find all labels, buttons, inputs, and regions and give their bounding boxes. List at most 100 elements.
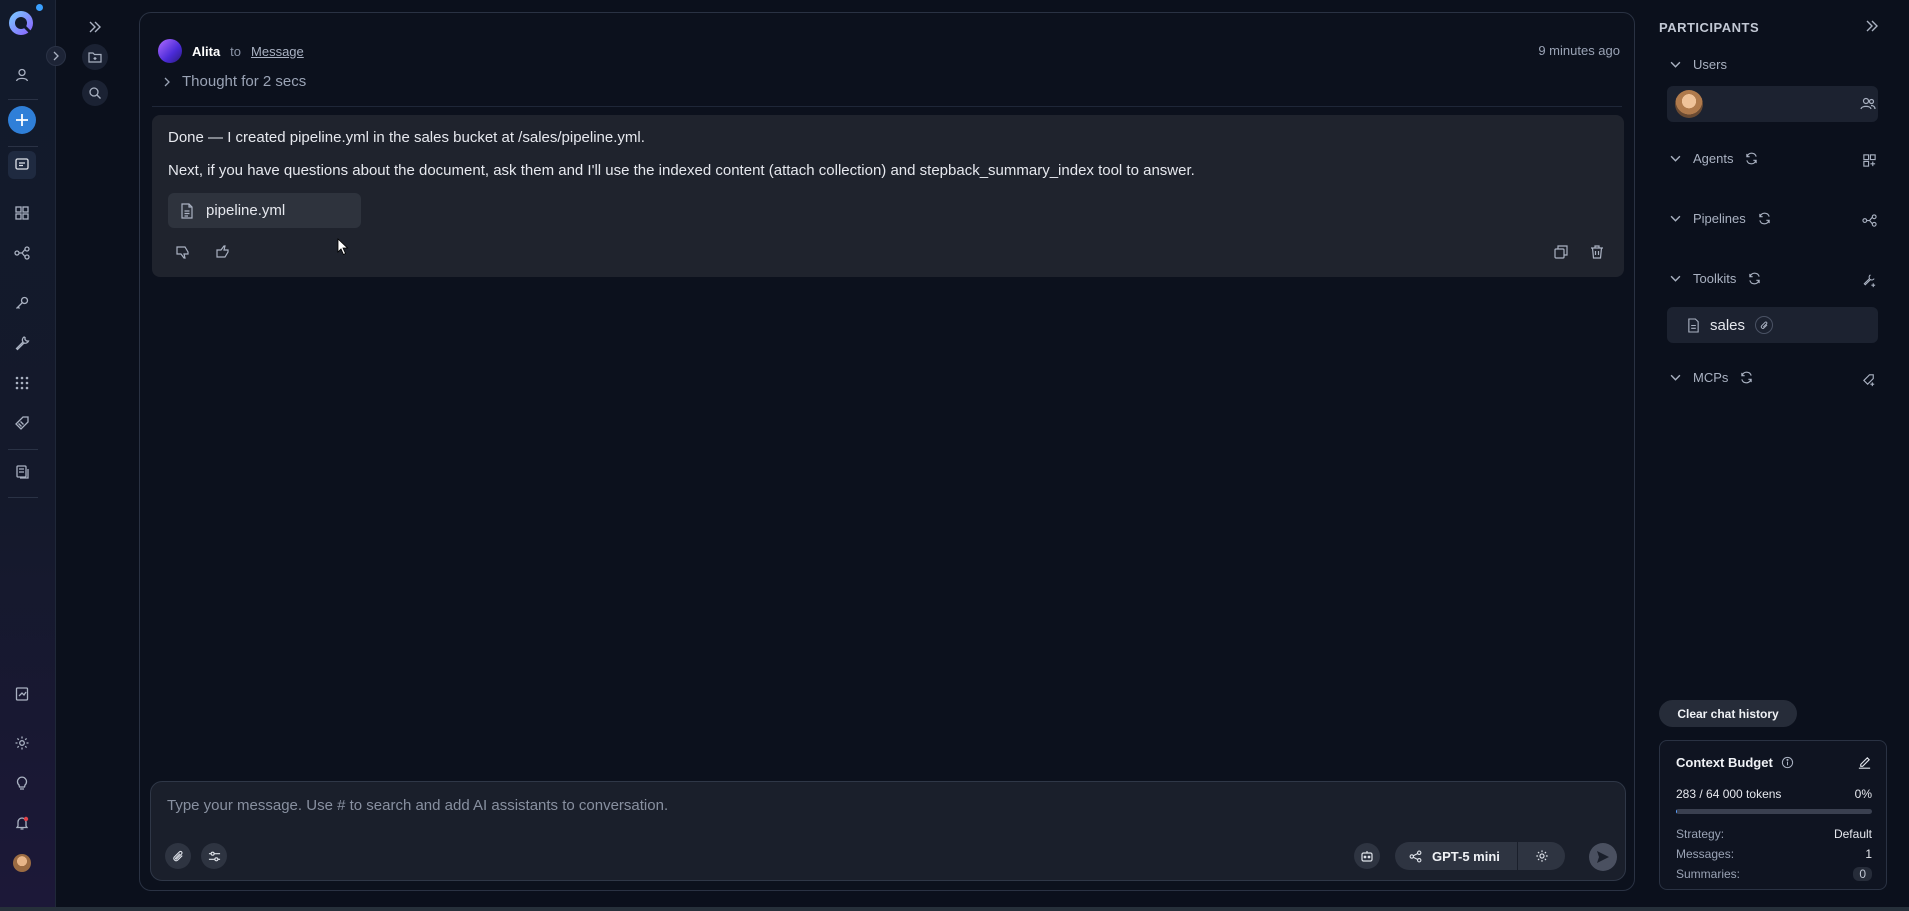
key-icon[interactable]: [8, 289, 36, 317]
pipelines-label: Pipelines: [1693, 211, 1746, 226]
delete-icon[interactable]: [1586, 241, 1608, 263]
messages-value: 1: [1865, 847, 1872, 861]
refresh-icon[interactable]: [1745, 152, 1758, 165]
summaries-label: Summaries:: [1676, 867, 1741, 881]
model-name: GPT-5 mini: [1432, 848, 1500, 864]
notification-dot: [36, 4, 43, 11]
agent-picker-button[interactable]: [1354, 843, 1380, 869]
paperclip-icon: [172, 850, 183, 861]
toolkits-section-toggle[interactable]: Toolkits: [1670, 271, 1761, 286]
chat-panel: Alita to Message 9 minutes ago Thought f…: [139, 12, 1635, 891]
search-icon[interactable]: [82, 80, 108, 106]
grid-icon[interactable]: [8, 199, 36, 227]
share-icon: [1409, 850, 1422, 862]
toolkit-name: sales: [1710, 316, 1746, 334]
strategy-row: Strategy: Default: [1676, 827, 1872, 841]
message-composer: Type your message. Use # to search and a…: [150, 781, 1626, 881]
sliders-icon: [208, 851, 220, 861]
assistant-message: Done — I created pipeline.yml in the sal…: [152, 115, 1624, 277]
header-divider: [152, 106, 1622, 107]
settings-sliders-button[interactable]: [201, 843, 227, 869]
bottom-strip: [0, 907, 1909, 911]
context-budget-card: Context Budget 283 / 64 000 tokens 0% St…: [1659, 740, 1887, 890]
add-agent-icon[interactable]: [1860, 151, 1878, 169]
reply-line-1: Done — I created pipeline.yml in the sal…: [168, 129, 645, 146]
attached-paperclip-icon: [1755, 316, 1774, 334]
to-target-link[interactable]: Message: [251, 44, 304, 59]
manage-users-icon[interactable]: [1859, 96, 1877, 112]
left-rail: [0, 0, 66, 907]
conversation-toolbar: [56, 0, 136, 907]
model-select[interactable]: GPT-5 mini: [1395, 849, 1517, 864]
pipelines-section-toggle[interactable]: Pipelines: [1670, 211, 1771, 226]
send-button[interactable]: [1589, 843, 1617, 871]
strategy-value: Default: [1833, 827, 1872, 841]
robot-icon: [1361, 851, 1373, 862]
new-chat-button[interactable]: [8, 106, 36, 134]
users-label: Users: [1693, 57, 1727, 72]
agents-section-toggle[interactable]: Agents: [1670, 151, 1758, 166]
apps-icon[interactable]: [8, 369, 36, 397]
token-progress-bar: [1676, 809, 1872, 814]
collapse-panel-icon[interactable]: [1864, 18, 1880, 34]
agent-avatar: [158, 39, 182, 63]
file-icon: [181, 202, 193, 219]
settings-icon[interactable]: [8, 729, 36, 757]
gear-icon: [1535, 850, 1548, 862]
bell-icon[interactable]: [8, 809, 36, 837]
chevron-down-icon: [1670, 374, 1681, 381]
thumbs-down-icon[interactable]: [172, 241, 194, 263]
user-participant[interactable]: [1667, 86, 1878, 122]
message-timestamp: 9 minutes ago: [1538, 43, 1620, 58]
profile-icon[interactable]: [8, 61, 36, 89]
artifacts-icon[interactable]: [8, 458, 36, 486]
toolkit-item-sales[interactable]: sales: [1667, 307, 1878, 343]
model-selector[interactable]: GPT-5 mini: [1395, 842, 1565, 870]
toolkits-label: Toolkits: [1693, 271, 1737, 286]
message-input[interactable]: Type your message. Use # to search and a…: [167, 797, 668, 814]
participant-avatar: [1675, 90, 1703, 118]
add-mcp-icon[interactable]: [1860, 370, 1878, 388]
app-logo-icon[interactable]: [6, 8, 36, 38]
chevron-down-icon: [1670, 155, 1681, 162]
refresh-icon[interactable]: [1740, 371, 1753, 384]
messages-label: Messages:: [1676, 847, 1735, 861]
clear-chat-history-button[interactable]: Clear chat history: [1659, 700, 1797, 727]
thought-label: Thought for 2 secs: [182, 73, 307, 90]
thought-toggle[interactable]: Thought for 2 secs: [162, 73, 306, 90]
info-icon[interactable]: [1781, 756, 1794, 769]
attach-button[interactable]: [165, 843, 191, 869]
token-progress-fill: [1676, 809, 1677, 814]
rail-divider: [8, 497, 38, 498]
new-folder-icon[interactable]: [82, 44, 108, 70]
add-pipeline-icon[interactable]: [1860, 211, 1878, 229]
message-header: Alita to Message: [158, 39, 304, 63]
pipelines-icon[interactable]: [8, 239, 36, 267]
token-usage: 283 / 64 000 tokens: [1676, 787, 1782, 801]
docs-icon[interactable]: [8, 680, 36, 708]
rail-divider: [8, 449, 38, 450]
wrench-icon[interactable]: [8, 329, 36, 357]
chevron-down-icon: [1670, 275, 1681, 282]
lightbulb-icon[interactable]: [8, 769, 36, 797]
strategy-label: Strategy:: [1676, 827, 1725, 841]
users-section-toggle[interactable]: Users: [1670, 57, 1727, 72]
toolkit-file-icon: [1688, 317, 1699, 333]
model-settings-button[interactable]: [1518, 849, 1565, 863]
refresh-icon[interactable]: [1758, 212, 1771, 225]
edit-icon[interactable]: [1857, 755, 1872, 770]
agent-name: Alita: [192, 43, 221, 59]
tag-icon[interactable]: [8, 409, 36, 437]
chat-icon[interactable]: [8, 151, 36, 179]
file-attachment[interactable]: pipeline.yml: [168, 193, 361, 228]
participants-panel: PARTICIPANTS Users Agents Pipelines Tool…: [1648, 0, 1909, 907]
rail-divider: [8, 99, 38, 100]
refresh-icon[interactable]: [1748, 272, 1761, 285]
mouse-cursor-icon: [337, 238, 349, 256]
user-avatar[interactable]: [13, 854, 31, 872]
thumbs-up-icon[interactable]: [212, 241, 234, 263]
expand-conversations-icon[interactable]: [82, 14, 108, 40]
copy-icon[interactable]: [1550, 241, 1572, 263]
mcps-section-toggle[interactable]: MCPs: [1670, 370, 1753, 385]
add-toolkit-icon[interactable]: [1860, 271, 1878, 289]
